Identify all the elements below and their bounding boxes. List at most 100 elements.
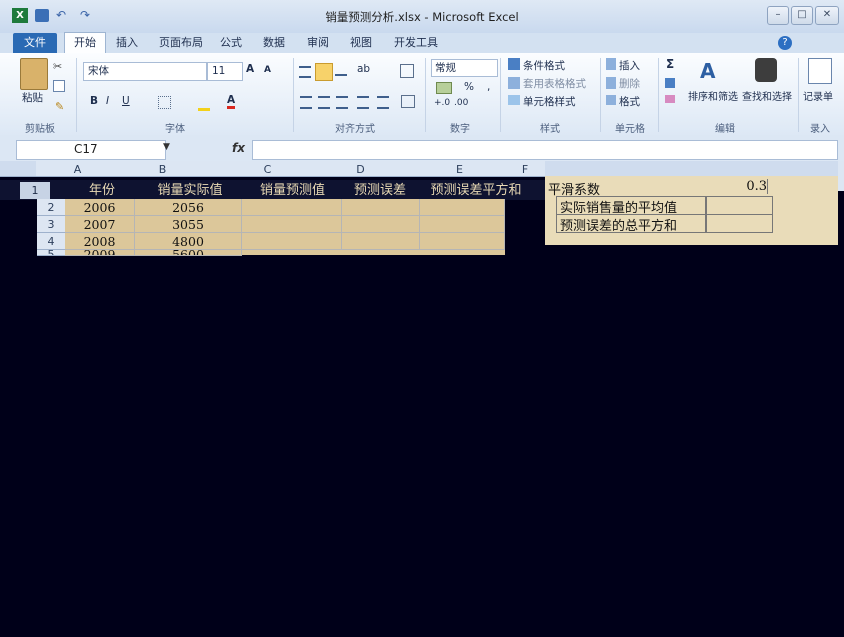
column-header-f[interactable]: F xyxy=(515,163,535,176)
column-header-a[interactable]: A xyxy=(65,163,90,176)
sse-value-cell[interactable] xyxy=(705,214,773,233)
cell-error[interactable] xyxy=(342,216,420,233)
align-middle-icon[interactable] xyxy=(315,63,333,81)
format-painter-icon[interactable]: ✎ xyxy=(55,100,64,113)
cell-error[interactable] xyxy=(342,233,420,250)
actual-mean-label[interactable]: 实际销售量的平均值 xyxy=(556,196,707,216)
tab-data[interactable]: 数据 xyxy=(263,33,285,53)
copy-icon[interactable] xyxy=(53,80,65,92)
find-select-icon[interactable] xyxy=(755,58,777,82)
sort-filter-icon[interactable]: A xyxy=(700,58,722,84)
select-all-corner[interactable] xyxy=(0,161,36,176)
row-header[interactable]: 3 xyxy=(37,216,65,233)
align-left-icon[interactable] xyxy=(300,96,312,109)
paste-icon[interactable] xyxy=(20,58,48,90)
align-right-icon[interactable] xyxy=(336,96,348,109)
cell-forecast[interactable] xyxy=(242,233,342,250)
grow-font-icon[interactable]: A xyxy=(246,63,254,75)
cell-actual[interactable]: 2056 xyxy=(135,199,242,216)
record-form-button[interactable]: 记录单 xyxy=(803,88,833,103)
clear-icon[interactable] xyxy=(665,95,675,103)
paste-button[interactable]: 粘贴 xyxy=(22,90,43,105)
sort-filter-button[interactable]: 排序和筛选 xyxy=(688,88,738,103)
underline-icon[interactable]: U xyxy=(122,95,130,107)
formula-input[interactable] xyxy=(252,140,838,160)
delete-cells-icon xyxy=(606,77,616,89)
column-header-b[interactable]: B xyxy=(150,163,175,176)
cell-styles-button[interactable]: 单元格样式 xyxy=(523,94,576,109)
insert-cells-button[interactable]: 插入 xyxy=(619,58,640,73)
comma-style-button[interactable]: , xyxy=(487,81,490,93)
fill-color-icon[interactable] xyxy=(198,96,210,111)
tab-developer[interactable]: 开发工具 xyxy=(394,33,438,53)
table-format-button[interactable]: 套用表格格式 xyxy=(523,76,586,91)
sse-label[interactable]: 预测误差的总平方和 xyxy=(556,214,707,234)
cell-year[interactable]: 2009 xyxy=(65,250,135,256)
border-icon[interactable] xyxy=(158,96,171,109)
column-header-c[interactable]: C xyxy=(255,163,280,176)
cell-year[interactable]: 2008 xyxy=(65,233,135,250)
cell-forecast[interactable] xyxy=(242,199,342,216)
cell-forecast[interactable] xyxy=(242,216,342,233)
delete-cells-button[interactable]: 删除 xyxy=(619,76,640,91)
column-header-d[interactable]: D xyxy=(348,163,373,176)
tab-formulas[interactable]: 公式 xyxy=(220,33,242,53)
fx-icon[interactable]: fx xyxy=(232,141,245,155)
font-name-select[interactable]: 宋体 xyxy=(83,62,207,81)
autosum-icon[interactable]: Σ xyxy=(666,57,674,71)
tab-insert[interactable]: 插入 xyxy=(116,33,138,53)
decrease-decimal-icon[interactable]: .00 xyxy=(454,98,468,108)
help-icon[interactable]: ? xyxy=(778,36,792,50)
mean-value-cell[interactable] xyxy=(705,196,773,215)
vertical-scrollbar[interactable] xyxy=(838,161,844,191)
row-header[interactable]: 5 xyxy=(37,250,65,256)
conditional-format-button[interactable]: 条件格式 xyxy=(523,58,565,73)
cell-actual[interactable]: 3055 xyxy=(135,216,242,233)
font-size-select[interactable]: 11 xyxy=(207,62,243,81)
cell-error[interactable] xyxy=(342,199,420,216)
shrink-font-icon[interactable]: A xyxy=(264,65,271,75)
find-select-button[interactable]: 查找和选择 xyxy=(742,88,792,103)
separator xyxy=(600,58,601,132)
cell-sq-error[interactable] xyxy=(420,216,505,233)
decrease-indent-icon[interactable] xyxy=(357,96,369,109)
italic-icon[interactable]: I xyxy=(106,95,109,107)
bold-icon[interactable]: B xyxy=(90,95,98,107)
close-button[interactable]: ✕ xyxy=(815,6,839,25)
maximize-button[interactable]: □ xyxy=(791,6,813,25)
align-center-icon[interactable] xyxy=(318,96,330,109)
cell-year[interactable]: 2007 xyxy=(65,216,135,233)
percent-style-button[interactable]: % xyxy=(464,81,474,93)
format-cells-button[interactable]: 格式 xyxy=(619,94,640,109)
row-header[interactable]: 4 xyxy=(37,233,65,250)
increase-indent-icon[interactable] xyxy=(377,96,389,109)
number-format-select[interactable]: 常规 xyxy=(431,59,498,77)
cell-year[interactable]: 2006 xyxy=(65,199,135,216)
cut-icon[interactable]: ✂ xyxy=(53,60,62,73)
tab-file[interactable]: 文件 xyxy=(13,33,57,53)
increase-decimal-icon[interactable]: +.0 xyxy=(434,98,450,108)
align-bottom-icon[interactable] xyxy=(335,66,347,76)
chevron-down-icon[interactable]: ▼ xyxy=(163,142,170,152)
fill-icon[interactable] xyxy=(665,78,675,88)
tab-review[interactable]: 审阅 xyxy=(307,33,329,53)
minimize-button[interactable]: – xyxy=(767,6,789,25)
tab-page-layout[interactable]: 页面布局 xyxy=(159,33,203,53)
cell-actual[interactable]: 4800 xyxy=(135,233,242,250)
cell-actual[interactable]: 5600 xyxy=(135,250,242,256)
row-header-1[interactable]: 1 xyxy=(20,182,50,199)
align-top-icon[interactable] xyxy=(299,66,311,78)
merge-center-icon[interactable] xyxy=(401,95,415,108)
column-header-e[interactable]: E xyxy=(447,163,472,176)
tab-view[interactable]: 视图 xyxy=(350,33,372,53)
orientation-icon[interactable]: ab xyxy=(357,63,370,75)
smoothing-factor-value[interactable]: 0.3 xyxy=(705,179,768,194)
accounting-format-icon[interactable] xyxy=(436,82,452,94)
wrap-text-icon[interactable] xyxy=(400,64,414,78)
row-header[interactable]: 2 xyxy=(37,199,65,216)
record-form-icon[interactable] xyxy=(808,58,832,84)
cell-sq-error[interactable] xyxy=(420,199,505,216)
cell-sq-error[interactable] xyxy=(420,233,505,250)
tab-home[interactable]: 开始 xyxy=(74,33,96,53)
font-color-icon[interactable]: A xyxy=(227,94,236,109)
